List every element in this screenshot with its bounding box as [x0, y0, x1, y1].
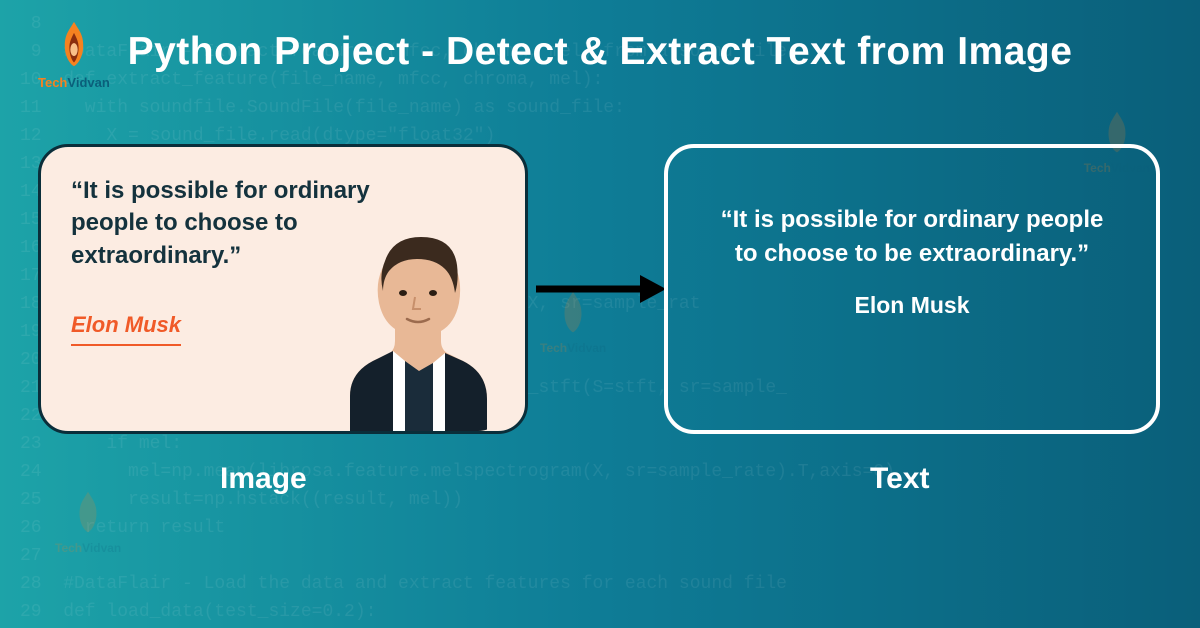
caption-image: Image: [220, 462, 307, 496]
watermark: TechVidvan: [55, 490, 121, 555]
caption-text: Text: [870, 462, 929, 496]
portrait-image: [305, 211, 505, 431]
brand-tech: Tech: [38, 75, 67, 90]
extracted-author: Elon Musk: [708, 292, 1116, 319]
image-panel: “It is possible for ordinary people to c…: [38, 144, 528, 434]
extracted-quote: “It is possible for ordinary people to c…: [708, 203, 1116, 270]
brand-vidvan: Vidvan: [67, 75, 109, 90]
source-author: Elon Musk: [71, 312, 181, 346]
arrow-icon: [536, 275, 666, 303]
text-panel: “It is possible for ordinary people to c…: [664, 144, 1160, 434]
page-title: Python Project - Detect & Extract Text f…: [0, 30, 1200, 74]
